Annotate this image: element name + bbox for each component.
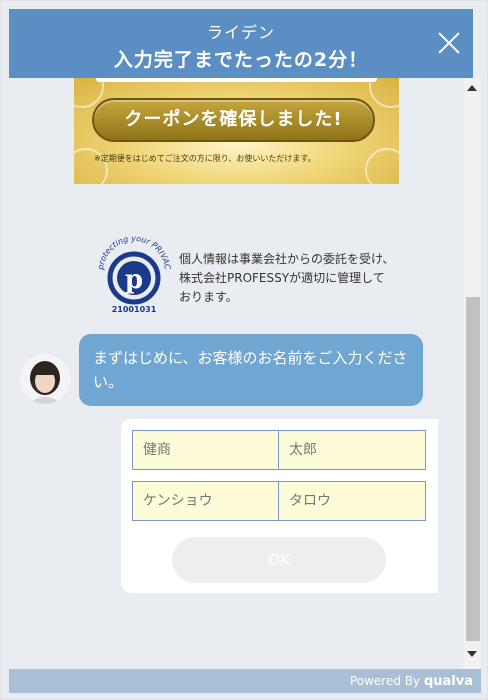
footer: Powered By qualva — [9, 669, 481, 693]
ornament-icon — [369, 78, 399, 108]
ornament-icon — [365, 148, 399, 184]
header-subtitle: ライデン — [206, 23, 275, 42]
last-name-input[interactable] — [132, 430, 280, 470]
chat-message: まずはじめに、お客様のお名前をご入力ください。 — [79, 334, 423, 406]
ok-button[interactable]: OK — [172, 537, 386, 583]
first-name-kana-input[interactable] — [278, 481, 426, 521]
first-name-input[interactable] — [278, 430, 426, 470]
privacy-mark-icon: protecting your PRIVACY p 21001031 — [95, 232, 172, 314]
privacy-text: 個人情報は事業会社からの委託を受け、株式会社PROFESSYが適切に管理しており… — [179, 252, 395, 304]
brand-name: qualva — [423, 674, 473, 689]
chat-widget: ライデン 入力完了までたったの2分！ クーポンを確保しました! ※定期便をはじめ… — [1, 1, 487, 698]
scroll-down-arrow-icon[interactable] — [467, 651, 477, 657]
coupon-top-edge — [96, 78, 377, 82]
privacy-section: protecting your PRIVACY p 21001031 個人情報は… — [95, 232, 395, 317]
coupon-secured-button[interactable]: クーポンを確保しました! — [92, 98, 375, 142]
name-form: OK — [121, 419, 438, 593]
operator-avatar — [20, 354, 70, 404]
powered-by-label: Powered By — [349, 674, 421, 688]
scrollbar-thumb[interactable] — [466, 297, 480, 641]
privacy-mark-number: 21001031 — [112, 305, 157, 314]
coupon-note: ※定期便をはじめてご注文の方に限り、お使いいただけます。 — [94, 154, 316, 163]
last-name-kana-input[interactable] — [132, 481, 280, 521]
operator-avatar-icon — [20, 354, 70, 404]
coupon-banner: クーポンを確保しました! ※定期便をはじめてご注文の方に限り、お使いいただけます… — [74, 78, 399, 184]
header-title: 入力完了までたったの2分！ — [113, 49, 369, 71]
chat-header: ライデン 入力完了までたったの2分！ — [9, 9, 473, 78]
scroll-up-arrow-icon[interactable] — [467, 85, 477, 91]
close-icon[interactable] — [437, 31, 461, 55]
svg-text:p: p — [125, 265, 143, 295]
